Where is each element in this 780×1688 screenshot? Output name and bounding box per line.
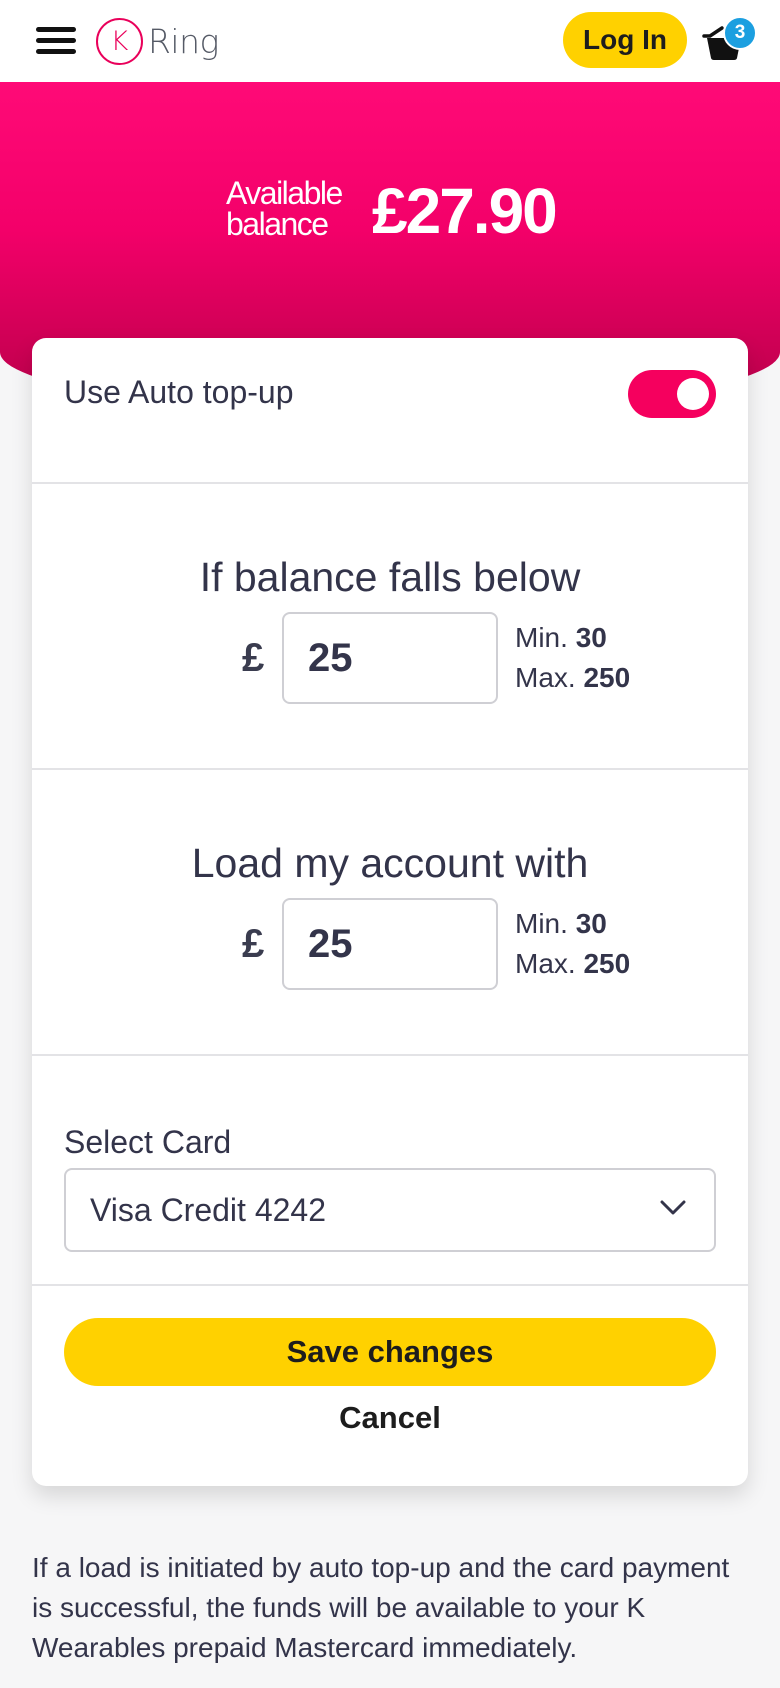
load-limits: Min. 30 Max. 250: [515, 904, 630, 984]
threshold-min: Min. 30: [515, 622, 607, 653]
load-max: Max. 250: [515, 948, 631, 979]
auto-topup-card: Use Auto top-up If balance falls below £…: [32, 338, 748, 1486]
threshold-currency-symbol: £: [242, 636, 265, 680]
logo-text: Ring: [148, 21, 219, 61]
cancel-button[interactable]: Cancel: [32, 1400, 748, 1436]
load-min: Min. 30: [515, 908, 607, 939]
auto-topup-toggle[interactable]: [628, 370, 716, 418]
auto-topup-footnote: If a load is initiated by auto top-up an…: [32, 1552, 730, 1663]
save-changes-button[interactable]: Save changes: [64, 1318, 716, 1386]
menu-icon-bar: [36, 27, 76, 32]
chevron-down-icon: [660, 1200, 686, 1215]
card-select-dropdown[interactable]: Visa Credit 4242: [64, 1168, 716, 1252]
auto-topup-label: Use Auto top-up: [64, 374, 294, 410]
k-ring-logo[interactable]: K Ring: [96, 17, 219, 65]
menu-icon-bar: [36, 38, 76, 43]
top-header: K Ring Log In 3: [0, 0, 780, 82]
available-balance-amount: £27.90: [372, 175, 558, 247]
divider: [32, 1284, 748, 1286]
divider: [32, 1054, 748, 1056]
menu-icon[interactable]: [36, 27, 76, 55]
cart-count-badge: 3: [723, 16, 757, 50]
select-card-label: Select Card: [64, 1124, 232, 1160]
threshold-limits: Min. 30 Max. 250: [515, 618, 630, 698]
threshold-max: Max. 250: [515, 662, 631, 693]
menu-icon-bar: [36, 49, 76, 54]
login-button[interactable]: Log In: [563, 12, 687, 68]
load-amount-input[interactable]: [282, 898, 498, 990]
logo-mark: K: [96, 17, 143, 65]
divider: [32, 482, 748, 484]
available-balance-label: Available balance: [226, 175, 343, 242]
load-amount-title: Load my account with: [191, 840, 589, 886]
load-currency-symbol: £: [242, 922, 265, 966]
threshold-title: If balance falls below: [199, 554, 581, 600]
threshold-amount-input[interactable]: [282, 612, 498, 704]
divider: [32, 768, 748, 770]
toggle-knob: [677, 378, 709, 410]
basket-button[interactable]: 3: [700, 16, 760, 66]
selected-card-value: Visa Credit 4242: [90, 1192, 326, 1228]
